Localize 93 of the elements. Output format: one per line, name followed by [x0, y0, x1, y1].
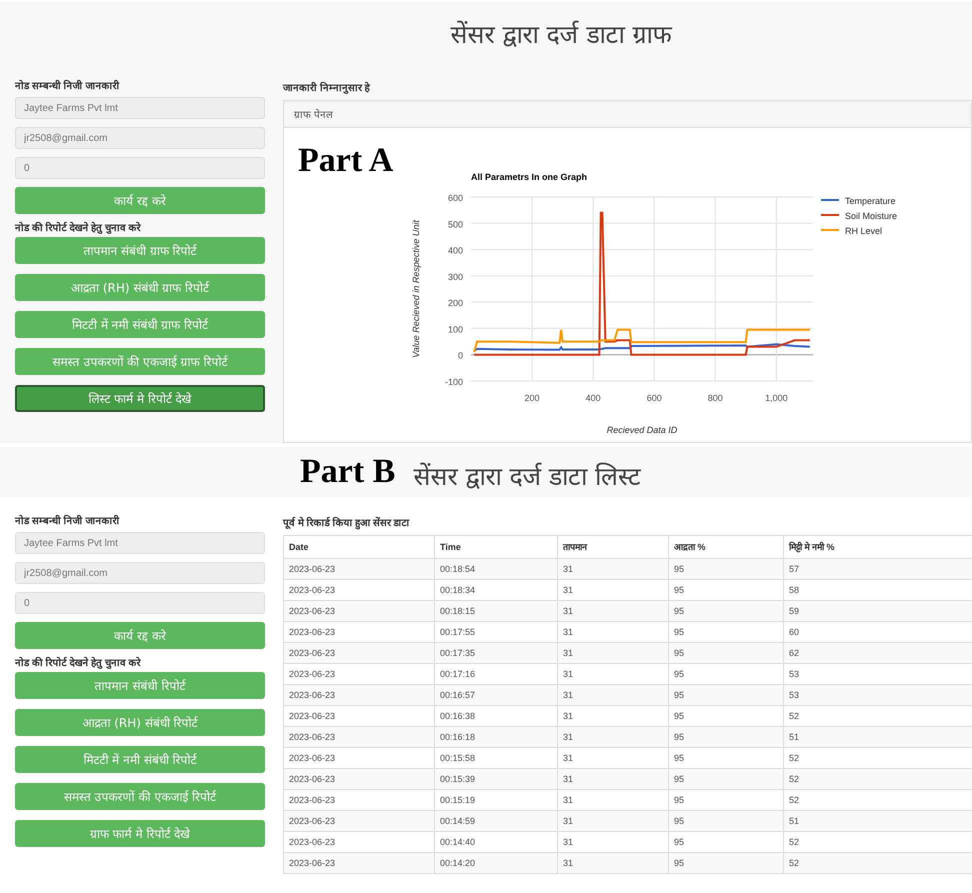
- table-cell: 31: [558, 852, 668, 874]
- input-field[interactable]: 0: [15, 592, 265, 614]
- table-cell: 62: [784, 642, 972, 664]
- page-title: सेंसर द्वारा दर्ज डाटा ग्राफ: [450, 19, 672, 50]
- axis-tick-label: 400: [586, 393, 601, 403]
- section-heading: नोड की रिपोर्ट देखने हेतु चुनाव करे: [15, 656, 142, 669]
- table-cell: 2023-06-23: [284, 852, 434, 874]
- table-cell: 00:18:15: [434, 600, 558, 622]
- table-cell: 52: [784, 768, 972, 790]
- table-cell: 2023-06-23: [284, 726, 434, 748]
- table-cell: 00:16:57: [434, 684, 558, 706]
- column-header: Date: [284, 536, 434, 558]
- input-field[interactable]: jr2508@gmail.com: [15, 562, 265, 584]
- report-button[interactable]: समस्त उपकरणों की एकजाई रिपोर्ट: [15, 783, 265, 810]
- table-cell: 00:14:20: [434, 852, 558, 874]
- table-cell: 95: [668, 726, 784, 748]
- table-cell: 95: [668, 684, 784, 706]
- table-cell: 2023-06-23: [284, 810, 434, 832]
- section-heading: जानकारी निम्नानुसार हे: [283, 80, 372, 94]
- page-title: सेंसर द्वारा दर्ज डाटा लिस्ट: [413, 461, 642, 492]
- table-cell: 95: [668, 768, 784, 790]
- report-button[interactable]: आद्रता (RH) संबंधी ग्राफ रिपोर्ट: [15, 274, 265, 301]
- table-cell: 31: [558, 642, 668, 664]
- legend-label: RH Level: [845, 226, 882, 236]
- table-cell: 31: [558, 558, 668, 580]
- table-cell: 31: [558, 684, 668, 706]
- cancel-button[interactable]: कार्य रद्द करे: [15, 187, 265, 214]
- column-header: आद्रता %: [668, 536, 784, 558]
- report-button[interactable]: मिटटी में नमी संबंधी रिपोर्ट: [15, 746, 265, 773]
- panel-header: ग्राफ पेनल: [284, 101, 971, 128]
- table-cell: 57: [784, 558, 972, 580]
- table-cell: 00:14:59: [434, 810, 558, 832]
- input-field[interactable]: Jaytee Farms Pvt lmt: [15, 97, 265, 119]
- axis-tick-label: 500: [448, 219, 463, 230]
- figure-label: Part A: [298, 142, 394, 180]
- report-button[interactable]: आद्रता (RH) संबंधी रिपोर्ट: [15, 709, 265, 736]
- table-cell: 00:17:35: [434, 642, 558, 664]
- table-cell: 59: [784, 600, 972, 622]
- report-button[interactable]: लिस्ट फार्म मे रिपोर्ट देखे: [15, 385, 265, 412]
- section-heading: नोड सम्बन्धी निजी जानकारी: [15, 514, 120, 527]
- input-field[interactable]: jr2508@gmail.com: [15, 127, 265, 149]
- axis-tick-label: -100: [444, 377, 463, 387]
- section-heading: नोड सम्बन्धी निजी जानकारी: [15, 78, 120, 92]
- section-heading: नोड की रिपोर्ट देखने हेतु चुनाव करे: [15, 220, 142, 234]
- table-cell: 95: [668, 852, 784, 874]
- axis-tick-label: 400: [448, 246, 463, 256]
- axis-tick-label: 0: [458, 350, 463, 361]
- table-cell: 2023-06-23: [284, 558, 434, 580]
- chart-title: All Parametrs In one Graph: [471, 172, 588, 182]
- table-cell: 00:18:54: [434, 558, 558, 580]
- table-cell: 95: [668, 810, 784, 832]
- table-cell: 2023-06-23: [284, 684, 434, 706]
- axis-tick-label: 200: [524, 393, 540, 403]
- table-cell: 31: [558, 768, 668, 790]
- table-cell: 95: [668, 642, 784, 664]
- axis-tick-label: 600: [646, 393, 662, 403]
- axis-title: Recieved Data ID: [606, 425, 678, 435]
- table-cell: 51: [784, 810, 972, 832]
- report-button[interactable]: ग्राफ फार्म मे रिपोर्ट देखे: [15, 820, 265, 847]
- axis-tick-label: 800: [708, 393, 723, 403]
- table-cell: 2023-06-23: [284, 642, 434, 664]
- legend-label: Soil Moisture: [845, 211, 898, 221]
- table-cell: 53: [784, 684, 972, 706]
- input-field[interactable]: Jaytee Farms Pvt lmt: [15, 532, 265, 554]
- table-cell: 00:16:18: [434, 726, 558, 748]
- table-cell: 31: [558, 726, 668, 748]
- legend-label: Temperature: [845, 196, 896, 206]
- report-button[interactable]: तापमान संबंधी ग्राफ रिपोर्ट: [15, 237, 265, 264]
- table-cell: 95: [668, 600, 784, 622]
- table-cell: 2023-06-23: [284, 768, 434, 790]
- axis-tick-label: 100: [448, 324, 463, 334]
- table-cell: 51: [784, 726, 972, 748]
- table-cell: 31: [558, 810, 668, 832]
- table-cell: 52: [784, 852, 972, 874]
- column-header: तापमान: [558, 536, 668, 558]
- report-button[interactable]: समस्त उपकरणों की एकजाई ग्राफ रिपोर्ट: [15, 348, 265, 375]
- axis-tick-label: 1,000: [765, 393, 788, 403]
- table-cell: 95: [668, 558, 784, 580]
- input-field[interactable]: 0: [15, 157, 265, 179]
- report-button[interactable]: तापमान संबंधी रिपोर्ट: [15, 672, 265, 699]
- column-header: मिट्टी मे नमी %: [784, 536, 972, 558]
- figure-label: Part B: [300, 453, 396, 491]
- section-heading: पूर्व मे रिकार्ड किया हुआ सेंसर डाटा: [283, 516, 411, 529]
- table-cell: 2023-06-23: [284, 600, 434, 622]
- axis-title: Value Recieved in Respective Unit: [411, 220, 421, 358]
- axis-tick-label: 600: [448, 193, 463, 203]
- table-cell: 31: [558, 600, 668, 622]
- column-header: Time: [434, 536, 558, 558]
- cancel-button[interactable]: कार्य रद्द करे: [15, 622, 265, 649]
- axis-tick-label: 300: [448, 272, 463, 282]
- axis-tick-label: 200: [448, 298, 463, 308]
- report-button[interactable]: मिटटी में नमी संबंधी ग्राफ रिपोर्ट: [15, 311, 265, 338]
- table-cell: 00:15:39: [434, 768, 558, 790]
